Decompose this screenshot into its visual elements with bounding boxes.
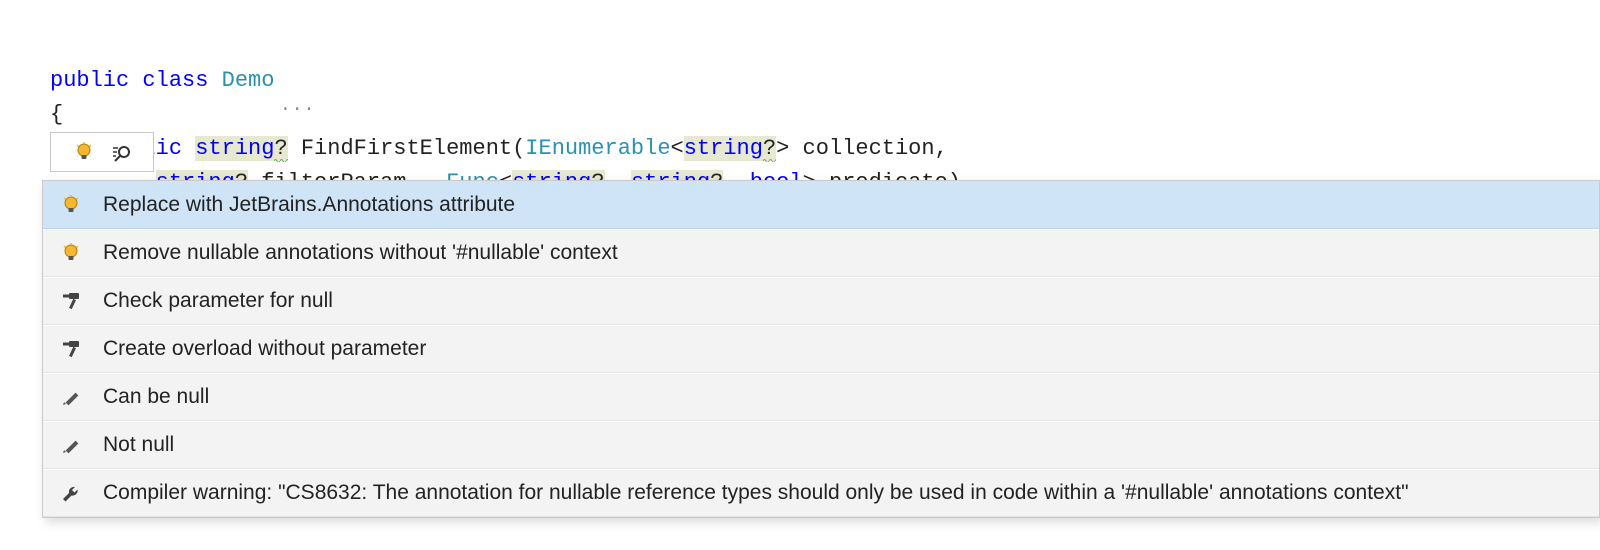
- pencil-icon: [57, 387, 85, 407]
- pencil-icon: [57, 435, 85, 455]
- quickfix-item[interactable]: Create overload without parameter: [43, 325, 1599, 373]
- quickfix-popup: Replace with JetBrains.Annotations attri…: [42, 180, 1600, 518]
- quickfix-item-label: Remove nullable annotations without '#nu…: [103, 241, 1587, 265]
- angle-gt: >: [776, 136, 789, 161]
- lparen: (: [512, 136, 525, 161]
- hammer-icon: [57, 291, 85, 311]
- type-ienumerable: IEnumerable: [525, 136, 670, 161]
- bulb-icon: [57, 243, 85, 263]
- brace: {: [50, 102, 63, 127]
- quickfix-item-label: Replace with JetBrains.Annotations attri…: [103, 193, 1587, 217]
- bulb-icon: [74, 142, 92, 162]
- quickfix-item[interactable]: Replace with JetBrains.Annotations attri…: [43, 181, 1599, 229]
- method-name: FindFirstElement: [301, 136, 512, 161]
- quickfix-item-label: Check parameter for null: [103, 289, 1587, 313]
- nullable-mark: ?: [763, 136, 776, 161]
- quickfix-gutter-button[interactable]: [50, 132, 154, 172]
- quickfix-item[interactable]: Compiler warning: "CS8632: The annotatio…: [43, 469, 1599, 517]
- wrench-icon: [57, 483, 85, 503]
- class-name: Demo: [222, 68, 275, 93]
- type-string: string: [195, 136, 274, 161]
- quickfix-item-label: Not null: [103, 433, 1587, 457]
- code-keyword: class: [142, 68, 208, 93]
- quickfix-item-label: Compiler warning: "CS8632: The annotatio…: [103, 481, 1587, 505]
- quickfix-item-label: Can be null: [103, 385, 1587, 409]
- quickfix-item[interactable]: Can be null: [43, 373, 1599, 421]
- quickfix-item-label: Create overload without parameter: [103, 337, 1587, 361]
- angle-lt: <: [671, 136, 684, 161]
- hammer-icon: [57, 339, 85, 359]
- type-string: string: [684, 136, 763, 161]
- param-text: collection,: [789, 136, 947, 161]
- quickfix-item[interactable]: Not null: [43, 421, 1599, 469]
- nullable-mark: ?: [274, 136, 287, 161]
- quickfix-item[interactable]: Check parameter for null: [43, 277, 1599, 325]
- bulb-icon: [57, 195, 85, 215]
- inspect-icon: [112, 142, 130, 162]
- fold-ellipsis: ...: [280, 93, 315, 121]
- code-keyword: public: [50, 68, 129, 93]
- quickfix-item[interactable]: Remove nullable annotations without '#nu…: [43, 229, 1599, 277]
